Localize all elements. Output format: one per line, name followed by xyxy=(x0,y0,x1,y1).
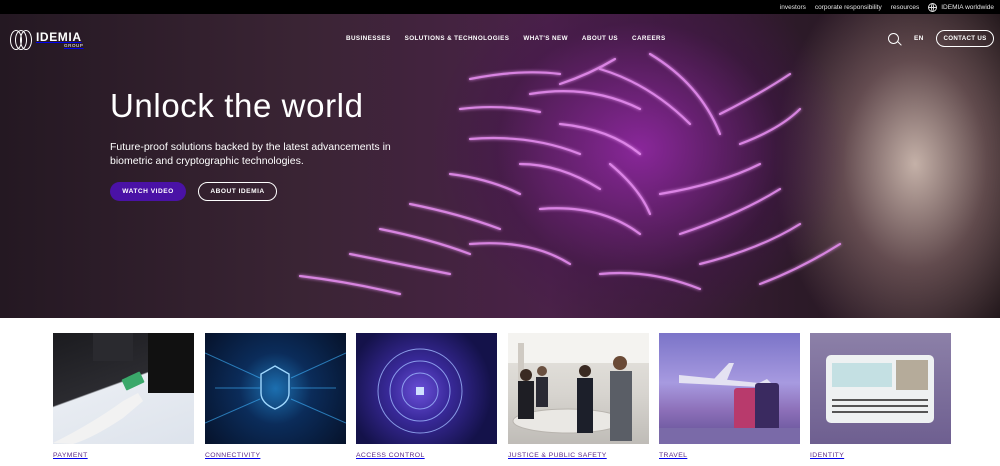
payment-image xyxy=(53,333,194,444)
main-navigation: IDEMIA GROUP BUSINESSES SOLUTIONS & TECH… xyxy=(0,14,1000,64)
nav-link-careers[interactable]: CAREERS xyxy=(632,35,666,42)
globe-icon xyxy=(928,2,938,12)
brand-name: IDEMIA xyxy=(36,30,82,45)
utility-link-resources[interactable]: resources xyxy=(891,4,920,11)
search-icon[interactable] xyxy=(888,33,899,44)
nav-link-about-us[interactable]: ABOUT US xyxy=(582,35,618,42)
language-selector[interactable]: EN xyxy=(914,35,924,42)
idemia-logo[interactable]: IDEMIA GROUP xyxy=(10,30,84,50)
travel-image xyxy=(659,333,800,444)
card-label: IDENTITY xyxy=(810,452,845,459)
hero-description: Future-proof solutions backed by the lat… xyxy=(110,141,391,167)
card-justice-public-safety[interactable]: JUSTICE & PUBLIC SAFETY xyxy=(508,333,649,459)
about-idemia-button[interactable]: ABOUT IDEMIA xyxy=(198,182,277,201)
business-cards: PAYMENT CONNECTIVITY ACCESS CONTROL JUST… xyxy=(53,333,953,466)
card-label: PAYMENT xyxy=(53,452,88,459)
utility-link-corporate-responsibility[interactable]: corporate responsibility xyxy=(815,4,882,11)
utility-bar: investors corporate responsibility resou… xyxy=(0,0,1000,14)
worldwide-label: IDEMIA worldwide xyxy=(941,3,994,11)
card-payment[interactable]: PAYMENT xyxy=(53,333,194,459)
card-identity[interactable]: IDENTITY xyxy=(810,333,951,459)
nav-link-businesses[interactable]: BUSINESSES xyxy=(346,35,391,42)
idemia-logo-icon xyxy=(10,30,32,50)
card-label: JUSTICE & PUBLIC SAFETY xyxy=(508,452,607,459)
card-label: ACCESS CONTROL xyxy=(356,452,425,459)
nav-link-whats-new[interactable]: WHAT'S NEW xyxy=(523,35,568,42)
card-access-control[interactable]: ACCESS CONTROL xyxy=(356,333,497,459)
card-travel[interactable]: TRAVEL xyxy=(659,333,800,459)
card-connectivity[interactable]: CONNECTIVITY xyxy=(205,333,346,459)
justice-image xyxy=(508,333,649,444)
connectivity-image xyxy=(205,333,346,444)
card-label: TRAVEL xyxy=(659,452,688,459)
nav-link-solutions-technologies[interactable]: SOLUTIONS & TECHNOLOGIES xyxy=(405,35,510,42)
access-control-image xyxy=(356,333,497,444)
identity-image xyxy=(810,333,951,444)
utility-link-investors[interactable]: investors xyxy=(780,4,806,11)
nav-links: BUSINESSES SOLUTIONS & TECHNOLOGIES WHAT… xyxy=(346,35,666,42)
worldwide-link[interactable]: IDEMIA worldwide xyxy=(928,2,994,12)
contact-us-button[interactable]: CONTACT US xyxy=(936,30,994,47)
hero-title: Unlock the world xyxy=(110,87,364,124)
brand-sub: GROUP xyxy=(64,43,84,49)
card-label: CONNECTIVITY xyxy=(205,452,261,459)
watch-video-button[interactable]: WATCH VIDEO xyxy=(110,182,186,201)
